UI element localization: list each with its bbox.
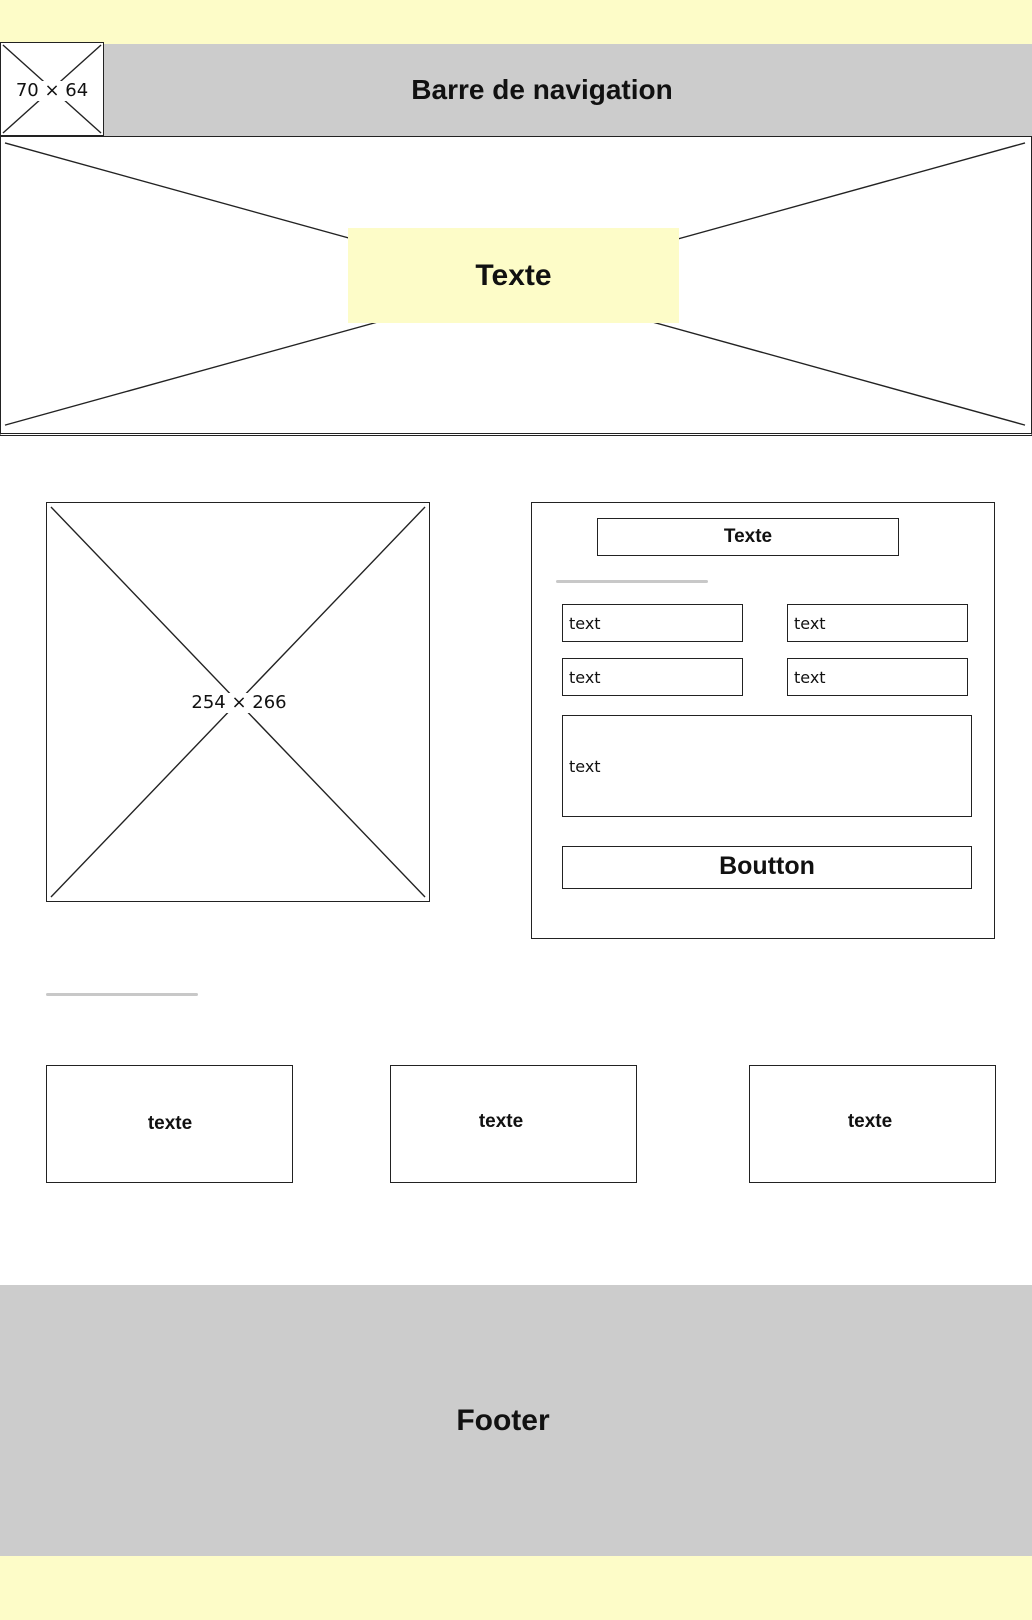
card-3[interactable]: texte [749, 1065, 996, 1183]
card-2[interactable]: texte [390, 1065, 637, 1183]
form-field-2[interactable]: text [787, 604, 968, 642]
form-field-1[interactable]: text [562, 604, 743, 642]
submit-button[interactable]: Boutton [562, 846, 972, 889]
form-field-3[interactable]: text [562, 658, 743, 696]
form-field-4[interactable]: text [787, 658, 968, 696]
section-separator [46, 993, 198, 996]
card-3-label: texte [847, 1111, 893, 1132]
card-2-label: texte [478, 1111, 524, 1132]
card-1[interactable]: texte [46, 1065, 293, 1183]
navigation-bar-label: Barre de navigation [411, 74, 673, 105]
logo-placeholder[interactable]: 70 × 64 [0, 42, 104, 136]
image-placeholder: 254 × 266 [46, 502, 430, 902]
bottom-band [0, 1556, 1032, 1620]
logo-placeholder-size: 70 × 64 [13, 80, 91, 101]
card-1-label: texte [147, 1113, 193, 1134]
navigation-bar[interactable]: Barre de navigation [104, 44, 1032, 136]
hero-text-box: Texte [348, 228, 679, 323]
form-title-separator [556, 580, 708, 583]
form-textarea[interactable]: text [562, 715, 972, 817]
image-placeholder-size: 254 × 266 [189, 692, 289, 713]
top-band [0, 0, 1032, 44]
form-title: Texte [597, 518, 899, 556]
footer-label: Footer [456, 1403, 550, 1437]
footer: Footer [0, 1285, 1032, 1556]
